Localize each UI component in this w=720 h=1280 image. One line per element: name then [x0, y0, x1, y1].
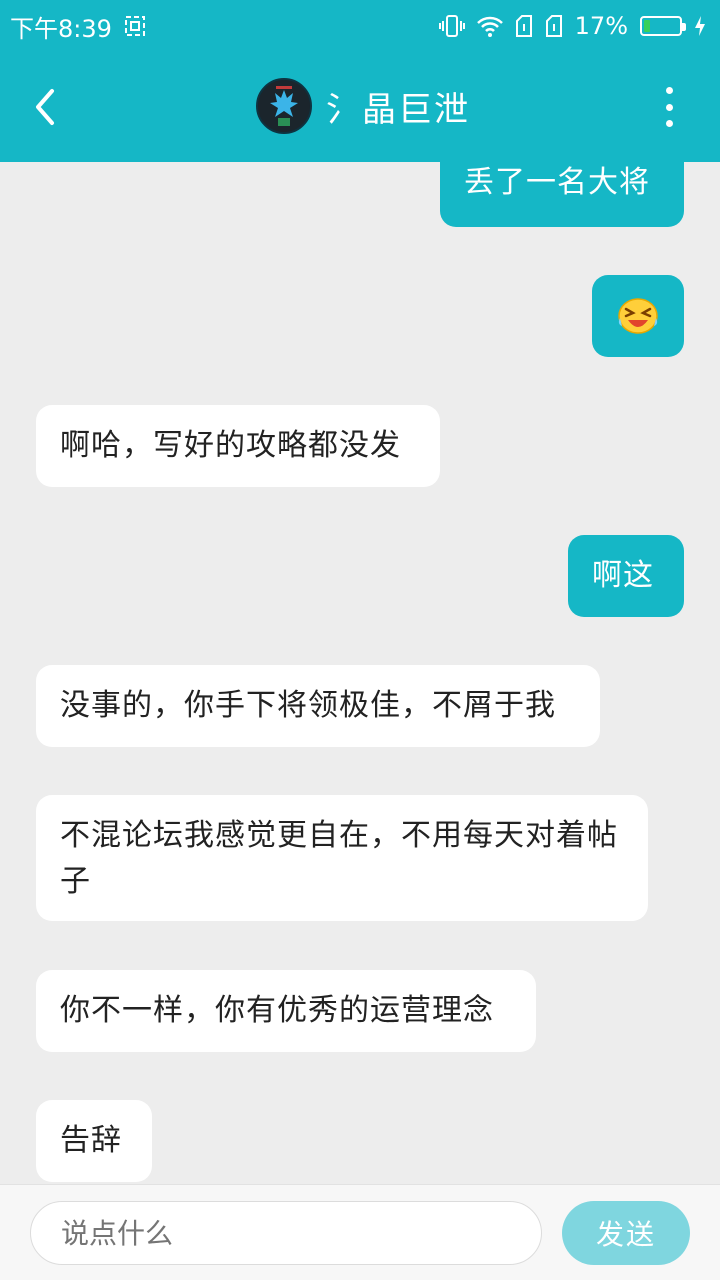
vibrate-icon: [438, 14, 465, 38]
battery-percent: 17%: [574, 12, 628, 40]
message-text: 你不一样，你有优秀的运营理念: [60, 993, 494, 1028]
message-bubble-outgoing[interactable]: [592, 275, 684, 357]
message-input[interactable]: [30, 1201, 542, 1265]
message-bubble-incoming[interactable]: 没事的，你手下将领极佳，不屑于我: [36, 665, 600, 747]
message-bubble-incoming[interactable]: 告辞: [36, 1100, 152, 1182]
battery-icon: [640, 16, 686, 36]
chevron-left-icon: [36, 89, 54, 125]
more-vertical-icon-dot: [665, 120, 673, 127]
sim2-icon: [545, 14, 563, 38]
charging-icon: [694, 15, 706, 37]
more-options-button[interactable]: [654, 87, 684, 127]
screenshot-icon: [124, 15, 146, 37]
status-bar: 下午8:39 17%: [0, 0, 720, 52]
wifi-icon: [476, 15, 503, 37]
chat-header: 氵晶巨泄: [0, 52, 720, 162]
battery-level-fill: [644, 20, 650, 32]
message-text: 告辞: [60, 1123, 122, 1158]
message-text: 不混论坛我感觉更自在，不用每天对着帖子: [60, 818, 618, 899]
back-button[interactable]: [20, 77, 70, 137]
more-vertical-icon-dot: [665, 103, 673, 111]
message-bubble-outgoing[interactable]: 啊这: [568, 535, 684, 617]
avatar[interactable]: [256, 78, 312, 134]
composer-bar: 发送: [0, 1184, 720, 1280]
laughing-tears-emoji-icon: [618, 298, 658, 334]
more-vertical-icon-dot: [665, 87, 673, 94]
message-text: 啊哈，写好的攻略都没发: [60, 428, 401, 463]
message-text: 没事的，你手下将领极佳，不屑于我: [60, 688, 556, 723]
contact-info[interactable]: 氵晶巨泄: [256, 78, 470, 134]
message-text: 啊这: [592, 558, 654, 593]
page-title: 氵晶巨泄: [326, 89, 470, 130]
message-list[interactable]: 丢了一名大将 啊哈，写好的攻略都没发 啊这 没事的，你手下将领极佳，不屑于我 不…: [0, 162, 720, 1184]
status-time: 下午8:39: [10, 14, 112, 43]
message-bubble-outgoing[interactable]: 丢了一名大将: [440, 162, 684, 227]
message-bubble-incoming[interactable]: 啊哈，写好的攻略都没发: [36, 405, 440, 487]
send-button[interactable]: 发送: [562, 1201, 690, 1265]
message-bubble-incoming[interactable]: 你不一样，你有优秀的运营理念: [36, 970, 536, 1052]
message-bubble-incoming[interactable]: 不混论坛我感觉更自在，不用每天对着帖子: [36, 795, 648, 921]
sim1-icon: [515, 14, 533, 38]
message-text: 丢了一名大将: [464, 165, 650, 200]
